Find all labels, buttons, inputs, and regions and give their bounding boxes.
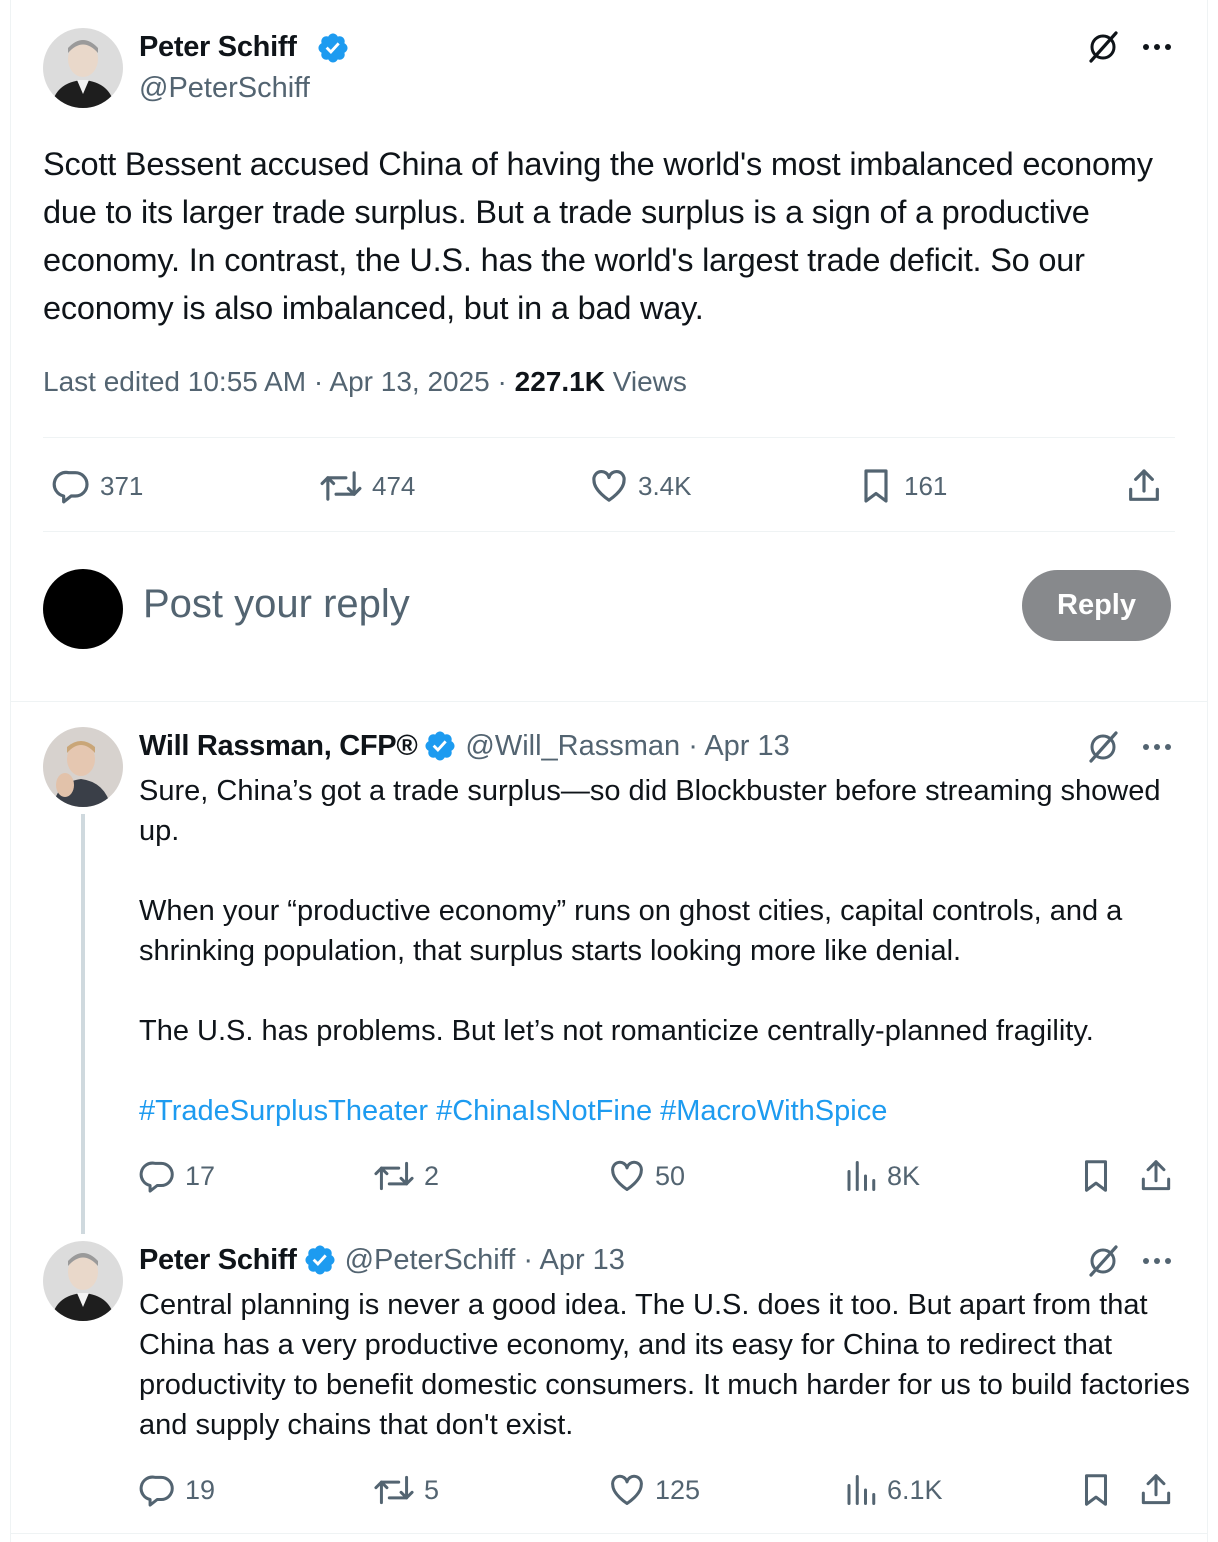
repost-icon (320, 471, 362, 501)
views-count: 8K (887, 1160, 921, 1191)
bookmark-action[interactable]: 161 (856, 466, 947, 506)
repost-count: 2 (424, 1160, 440, 1191)
thread-connector (81, 814, 85, 1234)
repost-action[interactable]: 2 (372, 1157, 439, 1195)
author-name[interactable]: Peter Schiff (139, 31, 297, 64)
bookmark-action[interactable] (1077, 1471, 1115, 1509)
views-count: 6.1K (887, 1474, 943, 1505)
share-icon (1129, 469, 1159, 501)
reply-count: 17 (185, 1160, 216, 1191)
views-action[interactable]: 8K (843, 1157, 920, 1195)
share-action[interactable] (1124, 466, 1164, 506)
reply-button[interactable]: Reply (1022, 570, 1171, 641)
reply-input[interactable]: Post your reply (143, 582, 410, 627)
current-user-avatar[interactable] (43, 569, 123, 649)
reply-author-avatar[interactable] (43, 727, 123, 807)
repost-count: 474 (372, 470, 416, 501)
reply-header: Peter Schiff @PeterSchiff · Apr 13 (139, 1243, 625, 1277)
reply-paragraph: Sure, China’s got a trade surplus—so did… (139, 775, 1161, 847)
reply-paragraph: The U.S. has problems. But let’s not rom… (139, 1015, 1094, 1047)
bookmark-icon (1084, 1474, 1108, 1506)
like-count: 3.4K (638, 470, 692, 501)
reply-author-name[interactable]: Will Rassman, CFP® (139, 730, 418, 763)
post-metadata: Last edited 10:55 AM · Apr 13, 2025 · 22… (43, 366, 687, 398)
reply-handle-date[interactable]: @PeterSchiff · Apr 13 (345, 1244, 625, 1277)
heart-icon (592, 469, 626, 502)
more-options-icon[interactable] (1139, 729, 1175, 765)
edited-timestamp[interactable]: Last edited 10:55 AM · Apr 13, 2025 · (43, 366, 515, 397)
section-divider (10, 1533, 1208, 1534)
grok-icon[interactable] (1085, 29, 1121, 65)
reply-author-avatar[interactable] (43, 1241, 123, 1321)
reply-count: 371 (100, 470, 144, 501)
bookmark-icon (864, 469, 888, 503)
heart-icon (611, 1474, 643, 1505)
share-icon (1141, 1474, 1171, 1505)
more-options-icon[interactable] (1139, 1243, 1175, 1279)
share-action[interactable] (1137, 1471, 1175, 1509)
reply-action[interactable]: 371 (52, 466, 143, 506)
views-label: Views (604, 366, 687, 397)
like-action[interactable]: 3.4K (588, 466, 692, 506)
share-action[interactable] (1137, 1157, 1175, 1195)
more-options-icon[interactable] (1139, 29, 1175, 65)
hashtag-link[interactable]: #TradeSurplusTheater (139, 1095, 428, 1127)
verified-badge-icon (318, 33, 348, 63)
divider (43, 531, 1175, 532)
hashtag-link[interactable]: #MacroWithSpice (660, 1095, 887, 1127)
author-avatar[interactable] (43, 28, 123, 108)
hashtag-list: #TradeSurplusTheater #ChinaIsNotFine #Macr… (139, 1091, 1189, 1131)
reply-count: 19 (185, 1474, 216, 1505)
reply-author-name[interactable]: Peter Schiff (139, 1244, 297, 1277)
reply-action[interactable]: 17 (139, 1157, 215, 1195)
reply-icon (139, 1475, 174, 1507)
like-action[interactable]: 50 (607, 1157, 685, 1195)
like-count: 125 (655, 1474, 701, 1505)
hashtag-link[interactable]: #ChinaIsNotFine (436, 1095, 652, 1127)
author-handle[interactable]: @PeterSchiff (139, 72, 310, 105)
reply-action[interactable]: 19 (139, 1471, 215, 1509)
divider (43, 437, 1175, 438)
bookmark-action[interactable] (1077, 1157, 1115, 1195)
reply-text: Sure, China’s got a trade surplus—so did… (139, 771, 1189, 1131)
like-count: 50 (655, 1160, 686, 1191)
repost-icon (374, 1161, 414, 1191)
share-icon (1141, 1160, 1171, 1191)
repost-icon (374, 1475, 414, 1505)
analytics-icon (847, 1161, 876, 1191)
bookmark-count: 161 (904, 470, 948, 501)
reply-header: Will Rassman, CFP® @Will_Rassman · Apr 1… (139, 729, 790, 763)
reply-icon (52, 470, 89, 504)
repost-count: 5 (424, 1474, 440, 1505)
repost-action[interactable]: 5 (372, 1471, 439, 1509)
verified-badge-icon (305, 1245, 335, 1275)
section-divider (10, 701, 1208, 702)
bookmark-icon (1084, 1160, 1108, 1192)
reply-handle-date[interactable]: @Will_Rassman · Apr 13 (465, 730, 789, 763)
heart-icon (611, 1160, 643, 1191)
like-action[interactable]: 125 (607, 1471, 700, 1509)
reply-icon (139, 1161, 174, 1193)
grok-icon[interactable] (1085, 729, 1121, 765)
verified-badge-icon (425, 731, 455, 761)
reply-text: Central planning is never a good idea. T… (139, 1289, 1190, 1441)
analytics-icon (847, 1475, 876, 1505)
views-count: 227.1K (514, 366, 605, 397)
reply-paragraph: When your “productive economy” runs on g… (139, 895, 1123, 967)
post-text: Scott Bessent accused China of having th… (43, 146, 1153, 326)
grok-icon[interactable] (1085, 1243, 1121, 1279)
views-action[interactable]: 6.1K (843, 1471, 943, 1509)
repost-action[interactable]: 474 (318, 466, 415, 506)
